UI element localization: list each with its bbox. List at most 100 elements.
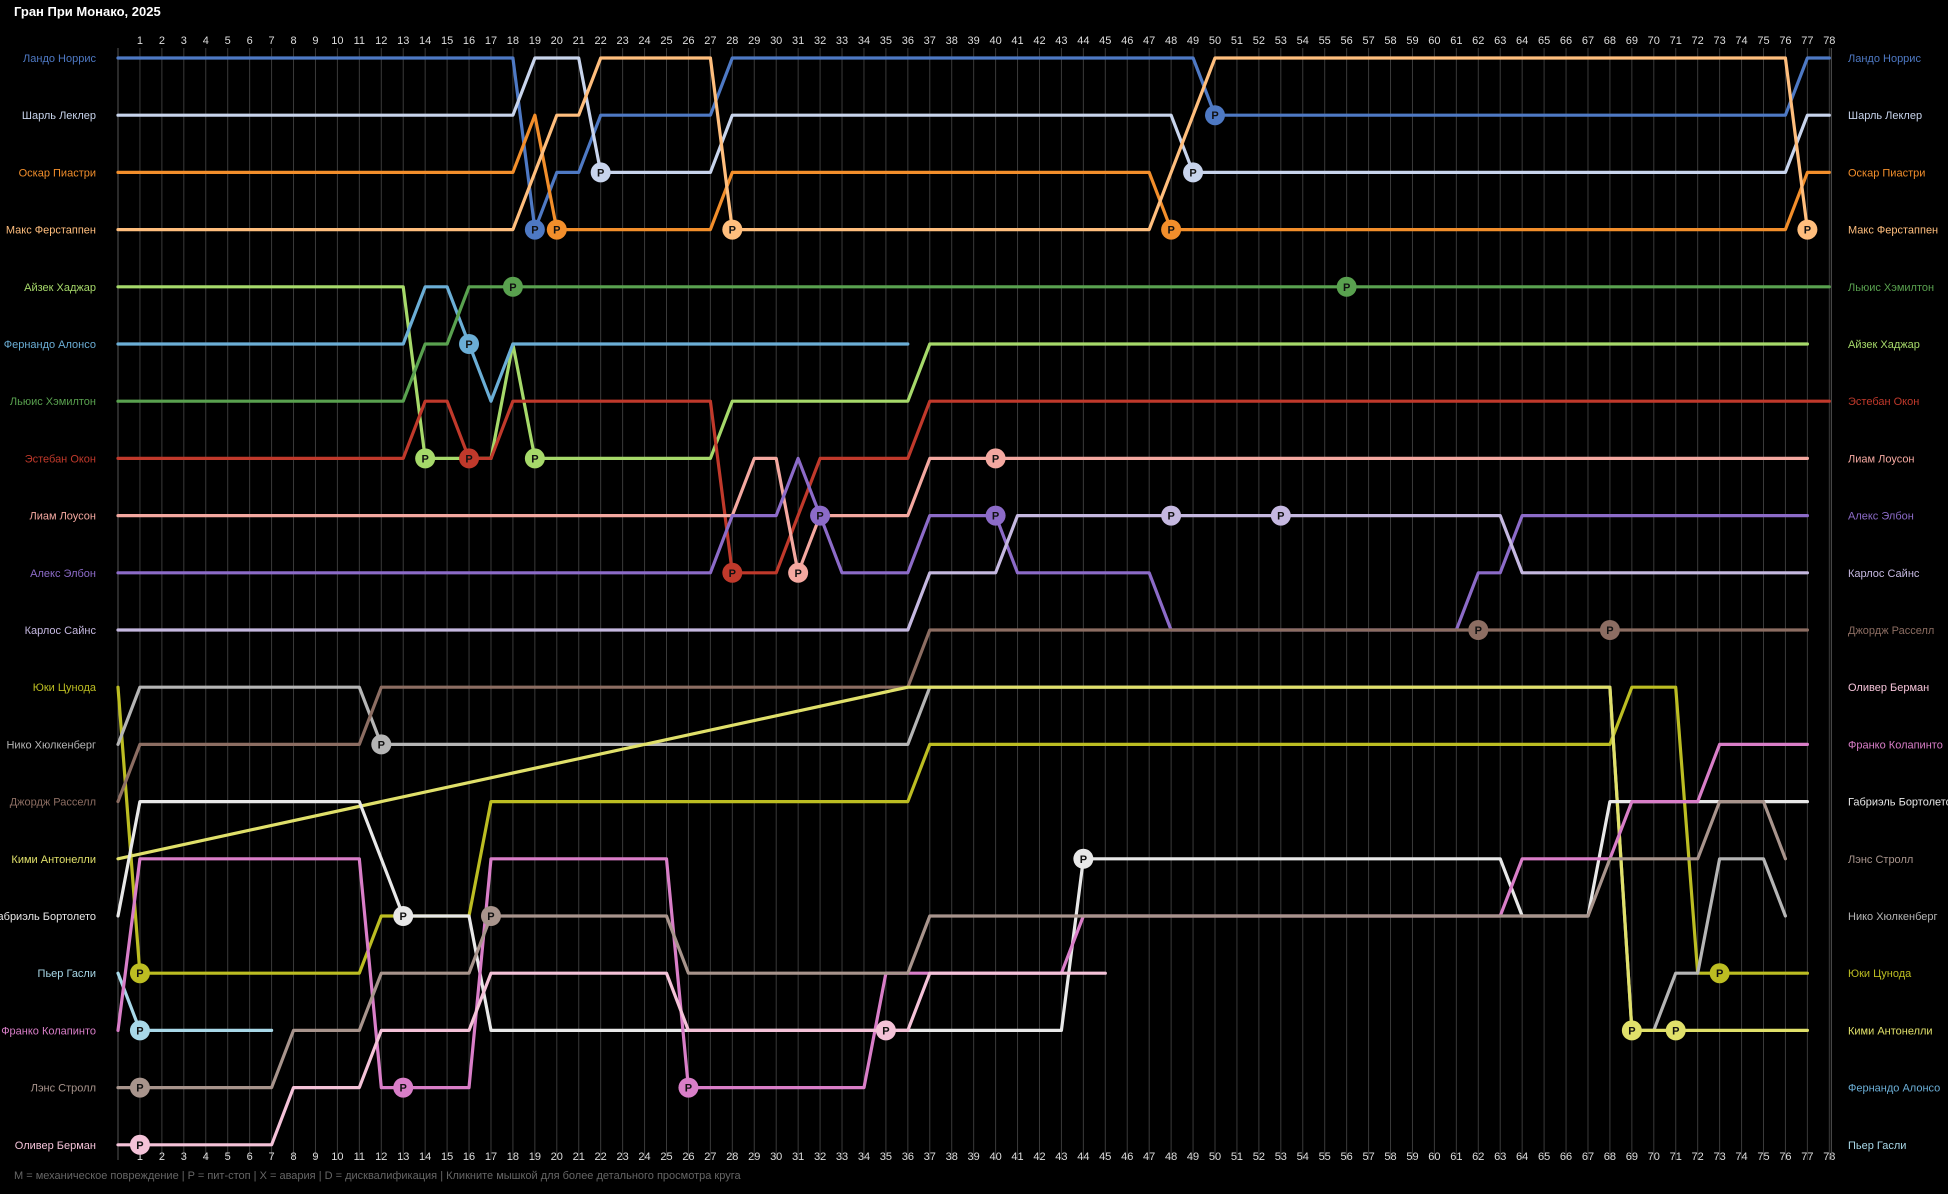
right-driver-label-15: Лэнс Стролл [1848,854,1913,866]
left-driver-label-4: Макс Ферстаппен [6,225,96,237]
pit-stop-marker: P [415,448,436,469]
lap-tick-top-45: 45 [1099,35,1111,47]
lap-tick-top-24: 24 [638,35,650,47]
lap-tick-top-55: 55 [1319,35,1331,47]
lap-tick-top-53: 53 [1275,35,1287,47]
lap-tick-bottom-56: 56 [1341,1151,1353,1163]
lap-tick-top-64: 64 [1516,35,1528,47]
pit-stop-label: P [465,339,472,351]
right-driver-label-3: Оскар Пиастри [1848,167,1925,179]
lap-tick-top-23: 23 [616,35,628,47]
lap-tick-bottom-9: 9 [312,1151,318,1163]
lap-tick-top-18: 18 [507,35,519,47]
lap-tick-bottom-66: 66 [1560,1151,1572,1163]
pit-stop-label: P [992,453,999,465]
lap-tick-bottom-23: 23 [616,1151,628,1163]
lap-tick-bottom-17: 17 [485,1151,497,1163]
pit-stop-label: P [136,1025,143,1037]
pit-stop-label: P [1804,225,1811,237]
lap-tick-bottom-57: 57 [1362,1151,1374,1163]
right-driver-label-11: Джордж Расселл [1848,625,1934,637]
lap-tick-bottom-61: 61 [1450,1151,1462,1163]
lap-tick-top-46: 46 [1121,35,1133,47]
pit-stop-label: P [1343,282,1350,294]
lap-tick-bottom-59: 59 [1406,1151,1418,1163]
lap-tick-bottom-3: 3 [181,1151,187,1163]
lap-tick-top-1: 1 [137,35,143,47]
right-driver-label-13: Франко Колапинто [1848,739,1943,751]
left-driver-label-19: Лэнс Стролл [31,1083,96,1095]
lap-tick-top-74: 74 [1735,35,1747,47]
right-driver-label-7: Эстебан Окон [1848,396,1919,408]
left-driver-label-8: Эстебан Окон [25,453,96,465]
lap-tick-bottom-76: 76 [1779,1151,1791,1163]
left-driver-label-12: Юки Цунода [33,682,97,694]
lap-tick-bottom-45: 45 [1099,1151,1111,1163]
lap-tick-bottom-40: 40 [989,1151,1001,1163]
pit-stop-label: P [729,568,736,580]
lap-tick-bottom-31: 31 [792,1151,804,1163]
lap-tick-top-65: 65 [1538,35,1550,47]
pit-stop-marker: P [1621,1020,1642,1041]
pit-stop-label: P [729,225,736,237]
lap-tick-bottom-11: 11 [354,1151,365,1163]
pit-stop-marker: P [1183,162,1204,183]
pit-stop-label: P [685,1083,692,1095]
lap-tick-bottom-18: 18 [507,1151,519,1163]
pit-stop-label: P [1672,1025,1679,1037]
lap-tick-top-72: 72 [1692,35,1704,47]
driver-line-4 [116,56,1809,232]
pit-stop-marker: P [722,562,743,583]
pit-stop-marker: P [590,162,611,183]
lap-tick-top-20: 20 [551,35,563,47]
lap-tick-top-30: 30 [770,35,782,47]
lap-tick-top-28: 28 [726,35,738,47]
lap-tick-top-2: 2 [159,35,165,47]
pit-stop-label: P [553,225,560,237]
lap-tick-bottom-62: 62 [1472,1151,1484,1163]
lap-tick-top-13: 13 [397,35,409,47]
lap-tick-top-14: 14 [419,35,431,47]
pit-stop-label: P [531,453,538,465]
pit-stop-label: P [992,511,999,523]
lap-tick-bottom-74: 74 [1735,1151,1747,1163]
lap-tick-top-17: 17 [485,35,497,47]
lap-tick-top-47: 47 [1143,35,1155,47]
lap-tick-bottom-49: 49 [1187,1151,1199,1163]
lap-tick-bottom-22: 22 [595,1151,607,1163]
pit-stop-label: P [487,911,494,923]
lap-tick-bottom-60: 60 [1428,1151,1440,1163]
left-driver-label-11: Карлос Сайнс [25,625,97,637]
lap-tick-top-75: 75 [1757,35,1769,47]
lap-tick-bottom-2: 2 [159,1151,165,1163]
pit-stop-marker: P [502,276,523,297]
pit-stop-label: P [1628,1025,1635,1037]
driver-line-10 [116,456,1809,632]
right-driver-label-8: Лиам Лоусон [1848,453,1915,465]
pit-stop-marker: P [1797,219,1818,240]
lap-tick-top-40: 40 [989,35,1001,47]
lap-tick-bottom-27: 27 [704,1151,716,1163]
lap-tick-bottom-51: 51 [1231,1151,1243,1163]
lap-tick-bottom-8: 8 [290,1151,296,1163]
lap-tick-top-54: 54 [1297,35,1309,47]
lap-tick-top-12: 12 [375,35,387,47]
lap-tick-top-3: 3 [181,35,187,47]
pit-stop-label: P [465,453,472,465]
lap-tick-bottom-50: 50 [1209,1151,1221,1163]
lap-tick-top-19: 19 [529,35,541,47]
right-driver-label-14: Габриэль Бортолето [1848,797,1948,809]
lap-chart[interactable]: 1122334455667788991010111112121313141415… [0,0,1948,1194]
lap-tick-top-68: 68 [1604,35,1616,47]
lap-tick-bottom-24: 24 [638,1151,650,1163]
lap-tick-top-44: 44 [1077,35,1089,47]
right-driver-label-5: Льюис Хэмилтон [1848,282,1934,294]
lap-tick-bottom-44: 44 [1077,1151,1089,1163]
lap-tick-top-22: 22 [595,35,607,47]
pit-stop-label: P [136,1083,143,1095]
pit-stop-label: P [136,1140,143,1152]
pit-stop-marker: P [875,1020,896,1041]
lap-tick-top-36: 36 [902,35,914,47]
lap-tick-top-38: 38 [946,35,958,47]
pit-stop-label: P [1606,625,1613,637]
